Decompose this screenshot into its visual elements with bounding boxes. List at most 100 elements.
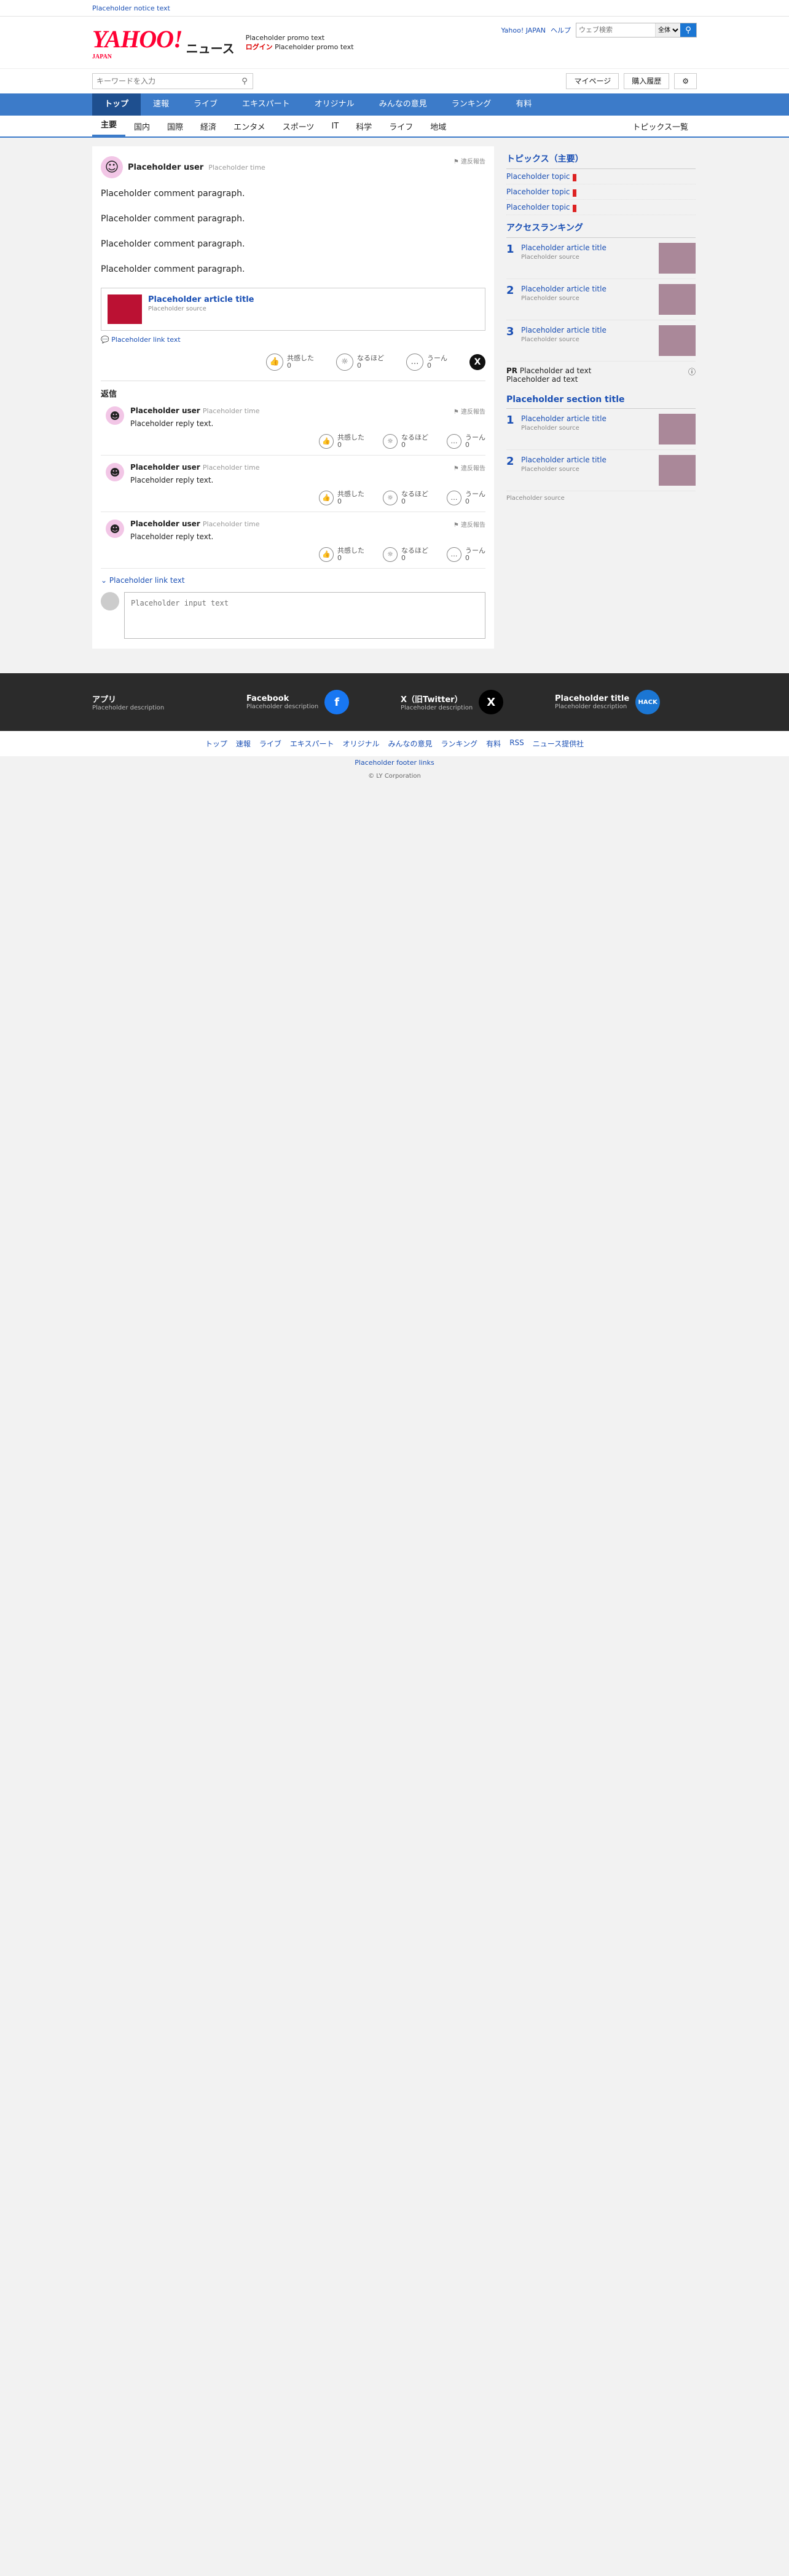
web-search-input[interactable] — [576, 23, 655, 37]
empathy-button[interactable]: 👍 共感した 0 — [319, 491, 364, 505]
ranking-item[interactable]: 1 Placeholder article title Placeholder so… — [506, 409, 696, 450]
hmm-button[interactable]: … うーん 0 — [447, 491, 485, 505]
web-search-button[interactable]: ⚲ — [680, 23, 696, 37]
gnav-live[interactable]: ライブ — [181, 93, 230, 116]
gnav-ranking[interactable]: ランキング — [439, 93, 504, 116]
hmm-button[interactable]: … うーん 0 — [447, 434, 485, 449]
topic-item[interactable]: Placeholder topic — [506, 169, 696, 184]
ranking-thumbnail — [659, 455, 696, 486]
cat-it[interactable]: IT — [323, 122, 347, 131]
reply-user[interactable]: Placeholder user — [130, 520, 200, 528]
avatar[interactable]: ☺ — [101, 156, 123, 178]
empathy-button[interactable]: 👍 共感した 0 — [319, 547, 364, 562]
footer-link[interactable]: RSS — [509, 738, 524, 749]
footer-news-hack[interactable]: Placeholder title Placeholder description… — [555, 690, 697, 714]
notice-bar[interactable]: Placeholder notice text — [0, 0, 789, 17]
report-link[interactable]: ⚑ 違反報告 — [453, 156, 485, 165]
cat-main[interactable]: 主要 — [92, 116, 126, 136]
comment-icon: 💬 — [101, 336, 109, 344]
footer-link[interactable]: ニュース提供社 — [533, 738, 584, 749]
yahoo-ranking-title[interactable]: Placeholder section title — [506, 389, 696, 409]
cat-domestic[interactable]: 国内 — [125, 121, 159, 132]
settings-button[interactable]: ⚙ — [674, 73, 697, 89]
ranking-item[interactable]: 1 Placeholder article title Placeholder so… — [506, 238, 696, 279]
topic-item[interactable]: Placeholder topic — [506, 200, 696, 215]
cat-world[interactable]: 国際 — [159, 121, 192, 132]
footer-link[interactable]: トップ — [205, 738, 227, 749]
search-icon[interactable]: ⚲ — [237, 77, 253, 86]
insight-button[interactable]: ☼ なるほど 0 — [383, 434, 428, 449]
gnav-top[interactable]: トップ — [92, 93, 141, 116]
hmm-button[interactable]: … うーん 0 — [447, 547, 485, 562]
reply-time: Placeholder time — [202, 407, 260, 415]
quoted-article-card[interactable]: Placeholder article title Placeholder so… — [101, 288, 485, 331]
cat-life[interactable]: ライフ — [380, 121, 422, 132]
mypage-button[interactable]: マイページ — [566, 73, 619, 89]
footer-facebook[interactable]: Facebook Placeholder description f — [246, 690, 388, 714]
reply-user[interactable]: Placeholder user — [130, 463, 200, 472]
yahoo-japan-link[interactable]: Yahoo! JAPAN — [501, 26, 546, 34]
report-link[interactable]: ⚑ 違反報告 — [453, 463, 485, 472]
share-x-button[interactable]: X — [469, 354, 485, 370]
purchase-history-button[interactable]: 購入履歴 — [624, 73, 670, 89]
yahoo-news-logo[interactable]: YAHOO! JAPAN ニュース — [92, 25, 235, 60]
report-link[interactable]: ⚑ 違反報告 — [453, 406, 485, 416]
avatar[interactable]: ☻ — [106, 463, 124, 481]
promo-line2: Placeholder promo text — [275, 43, 354, 51]
cat-science[interactable]: 科学 — [347, 121, 380, 132]
insight-button[interactable]: ☼ なるほど 0 — [336, 354, 384, 371]
search-scope-select[interactable]: 全体 — [655, 23, 680, 37]
gnav-expert[interactable]: エキスパート — [230, 93, 302, 116]
article-comments-link[interactable]: 💬 Placeholder link text — [101, 336, 485, 344]
see-more-replies-link[interactable]: ⌄ Placeholder link text — [101, 569, 485, 592]
footer-link[interactable]: ライブ — [259, 738, 281, 749]
avatar[interactable]: ☻ — [106, 406, 124, 425]
gnav-opinions[interactable]: みんなの意見 — [367, 93, 439, 116]
topic-item[interactable]: Placeholder topic — [506, 184, 696, 200]
comment-header: ☺ Placeholder user Placeholder time ⚑ 違反… — [101, 156, 485, 178]
cat-sports[interactable]: スポーツ — [274, 121, 323, 132]
report-link[interactable]: ⚑ 違反報告 — [453, 520, 485, 529]
quoted-article-title[interactable]: Placeholder article title — [148, 294, 254, 306]
ranking-item[interactable]: 2 Placeholder article title Placeholder so… — [506, 450, 696, 491]
topics-title[interactable]: トピックス（主要） — [506, 146, 696, 169]
help-link[interactable]: ヘルプ — [551, 25, 571, 35]
ranking-item[interactable]: 2 Placeholder article title Placeholder so… — [506, 279, 696, 320]
ranking-thumbnail — [659, 284, 696, 315]
gnav-original[interactable]: オリジナル — [302, 93, 367, 116]
footer-link[interactable]: オリジナル — [343, 738, 380, 749]
header-promo[interactable]: Placeholder promo text ログイン Placeholder … — [246, 33, 354, 52]
avatar[interactable]: ☻ — [106, 520, 124, 538]
reply-user[interactable]: Placeholder user — [130, 406, 200, 415]
ranking-item[interactable]: 3 Placeholder article title Placeholder so… — [506, 320, 696, 362]
comment-user[interactable]: Placeholder user — [128, 163, 203, 172]
insight-button[interactable]: ☼ なるほど 0 — [383, 491, 428, 505]
notice-text[interactable]: Placeholder notice text — [92, 4, 170, 12]
pr-ad[interactable]: PR Placeholder ad text Placeholder ad tex… — [506, 362, 696, 389]
hmm-icon: … — [447, 434, 461, 449]
ad-info-icon[interactable]: ⓘ — [688, 366, 696, 384]
cat-local[interactable]: 地域 — [422, 121, 455, 132]
reply-input[interactable] — [124, 592, 485, 639]
footer-link[interactable]: 速報 — [236, 738, 251, 749]
news-search-input[interactable] — [93, 75, 237, 87]
ranking-thumbnail — [659, 243, 696, 274]
footer-legal-links[interactable]: Placeholder footer links — [0, 756, 789, 769]
gnav-breaking[interactable]: 速報 — [141, 93, 181, 116]
footer-link[interactable]: エキスパート — [290, 738, 334, 749]
footer-link[interactable]: 有料 — [486, 738, 501, 749]
empathy-button[interactable]: 👍 共感した 0 — [319, 434, 364, 449]
topics-list-link[interactable]: トピックス一覧 — [624, 121, 697, 132]
insight-button[interactable]: ☼ なるほど 0 — [383, 547, 428, 562]
promo-login-link[interactable]: ログイン — [246, 43, 273, 51]
footer-link[interactable]: みんなの意見 — [388, 738, 433, 749]
cat-entertainment[interactable]: エンタメ — [225, 121, 274, 132]
cat-economy[interactable]: 経済 — [192, 121, 225, 132]
footer-link[interactable]: ランキング — [441, 738, 478, 749]
access-ranking-title[interactable]: アクセスランキング — [506, 215, 696, 238]
gnav-paid[interactable]: 有料 — [503, 93, 544, 116]
empathy-button[interactable]: 👍 共感した 0 — [266, 354, 314, 371]
footer-x[interactable]: X（旧Twitter） Placeholder description X — [401, 690, 543, 714]
footer-app[interactable]: アプリ Placeholder description — [92, 693, 234, 711]
hmm-button[interactable]: … うーん 0 — [406, 354, 447, 371]
